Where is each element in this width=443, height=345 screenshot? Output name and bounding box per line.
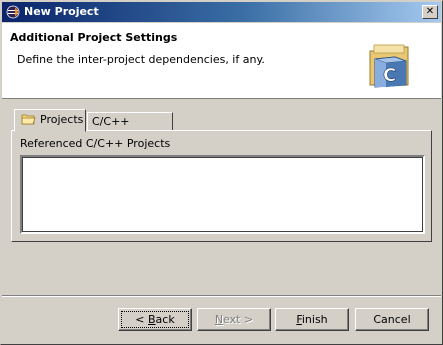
next-button[interactable]: Next >: [197, 308, 271, 331]
finish-rest: inish: [301, 312, 328, 326]
banner-title: Additional Project Settings: [10, 31, 178, 44]
close-icon: ✕: [425, 6, 435, 17]
close-button[interactable]: ✕: [422, 5, 438, 19]
title-bar[interactable]: New Project ✕: [2, 2, 441, 22]
tab-projects[interactable]: Projects: [14, 109, 86, 132]
tab-projects-label: Projects: [40, 113, 84, 126]
back-rest: ack: [155, 312, 175, 326]
folder-icon: [21, 114, 36, 125]
new-project-dialog: New Project ✕ Additional Project Setting…: [0, 0, 443, 345]
back-mnemonic: B: [148, 312, 156, 326]
eclipse-icon: [6, 5, 20, 19]
referenced-projects-label: Referenced C/C++ Projects: [20, 137, 171, 150]
tab-panel-projects: Referenced C/C++ Projects: [11, 130, 432, 242]
window-title: New Project: [24, 5, 99, 18]
wizard-banner: Additional Project Settings Define the i…: [2, 23, 441, 99]
cancel-button[interactable]: Cancel: [355, 308, 429, 331]
back-prefix: <: [135, 312, 148, 326]
next-mnemonic: N: [214, 312, 224, 326]
c-letter: C: [383, 65, 396, 86]
c-project-icon: C: [369, 44, 409, 88]
next-rest: ext >: [223, 312, 254, 326]
button-separator: [2, 295, 441, 297]
finish-button[interactable]: Finish: [275, 308, 349, 331]
back-button[interactable]: < Back: [118, 308, 192, 331]
banner-description: Define the inter-project dependencies, i…: [17, 53, 265, 66]
tab-cpp-indexer[interactable]: C/C++ Indexer: [87, 112, 173, 146]
referenced-projects-list[interactable]: [20, 155, 425, 234]
